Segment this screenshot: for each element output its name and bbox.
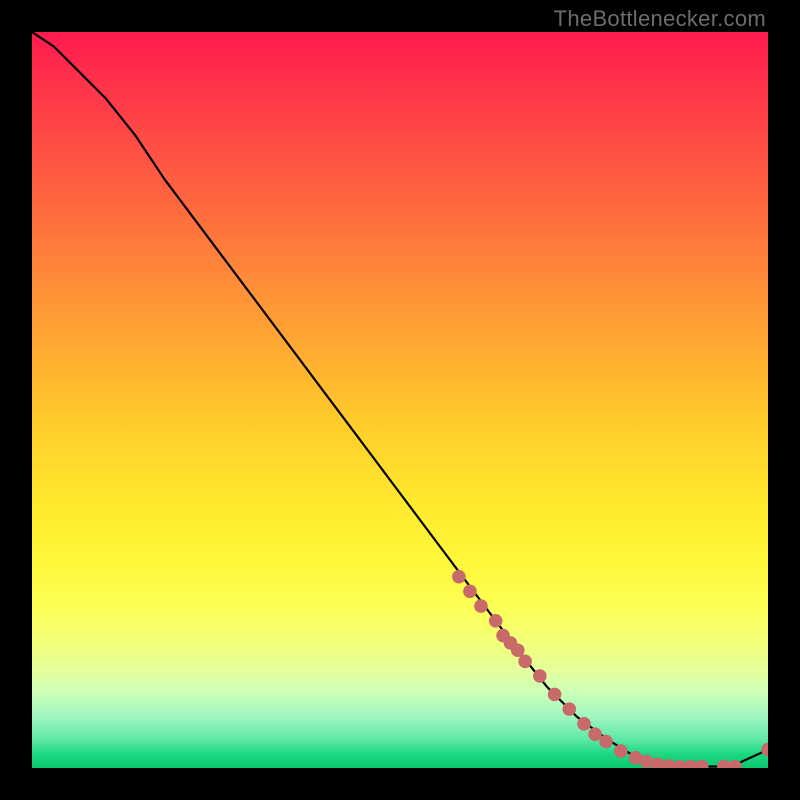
scatter-point xyxy=(518,654,532,668)
scatter-point xyxy=(562,702,576,716)
scatter-point xyxy=(463,585,477,599)
scatter-point xyxy=(474,599,488,613)
scatter-point xyxy=(695,760,709,768)
scatter-point xyxy=(728,760,742,768)
credit-text: TheBottlenecker.com xyxy=(554,6,766,32)
scatter-points xyxy=(452,570,768,768)
scatter-point xyxy=(577,717,591,731)
scatter-point xyxy=(489,614,503,628)
scatter-point xyxy=(614,744,628,758)
chart-frame: TheBottlenecker.com xyxy=(0,0,800,800)
plot-area xyxy=(32,32,768,768)
chart-svg xyxy=(32,32,768,768)
scatter-point xyxy=(548,688,562,702)
scatter-point xyxy=(452,570,466,584)
scatter-point xyxy=(533,669,547,683)
bottleneck-curve xyxy=(32,32,768,767)
scatter-point xyxy=(761,743,768,757)
scatter-point xyxy=(599,735,613,749)
